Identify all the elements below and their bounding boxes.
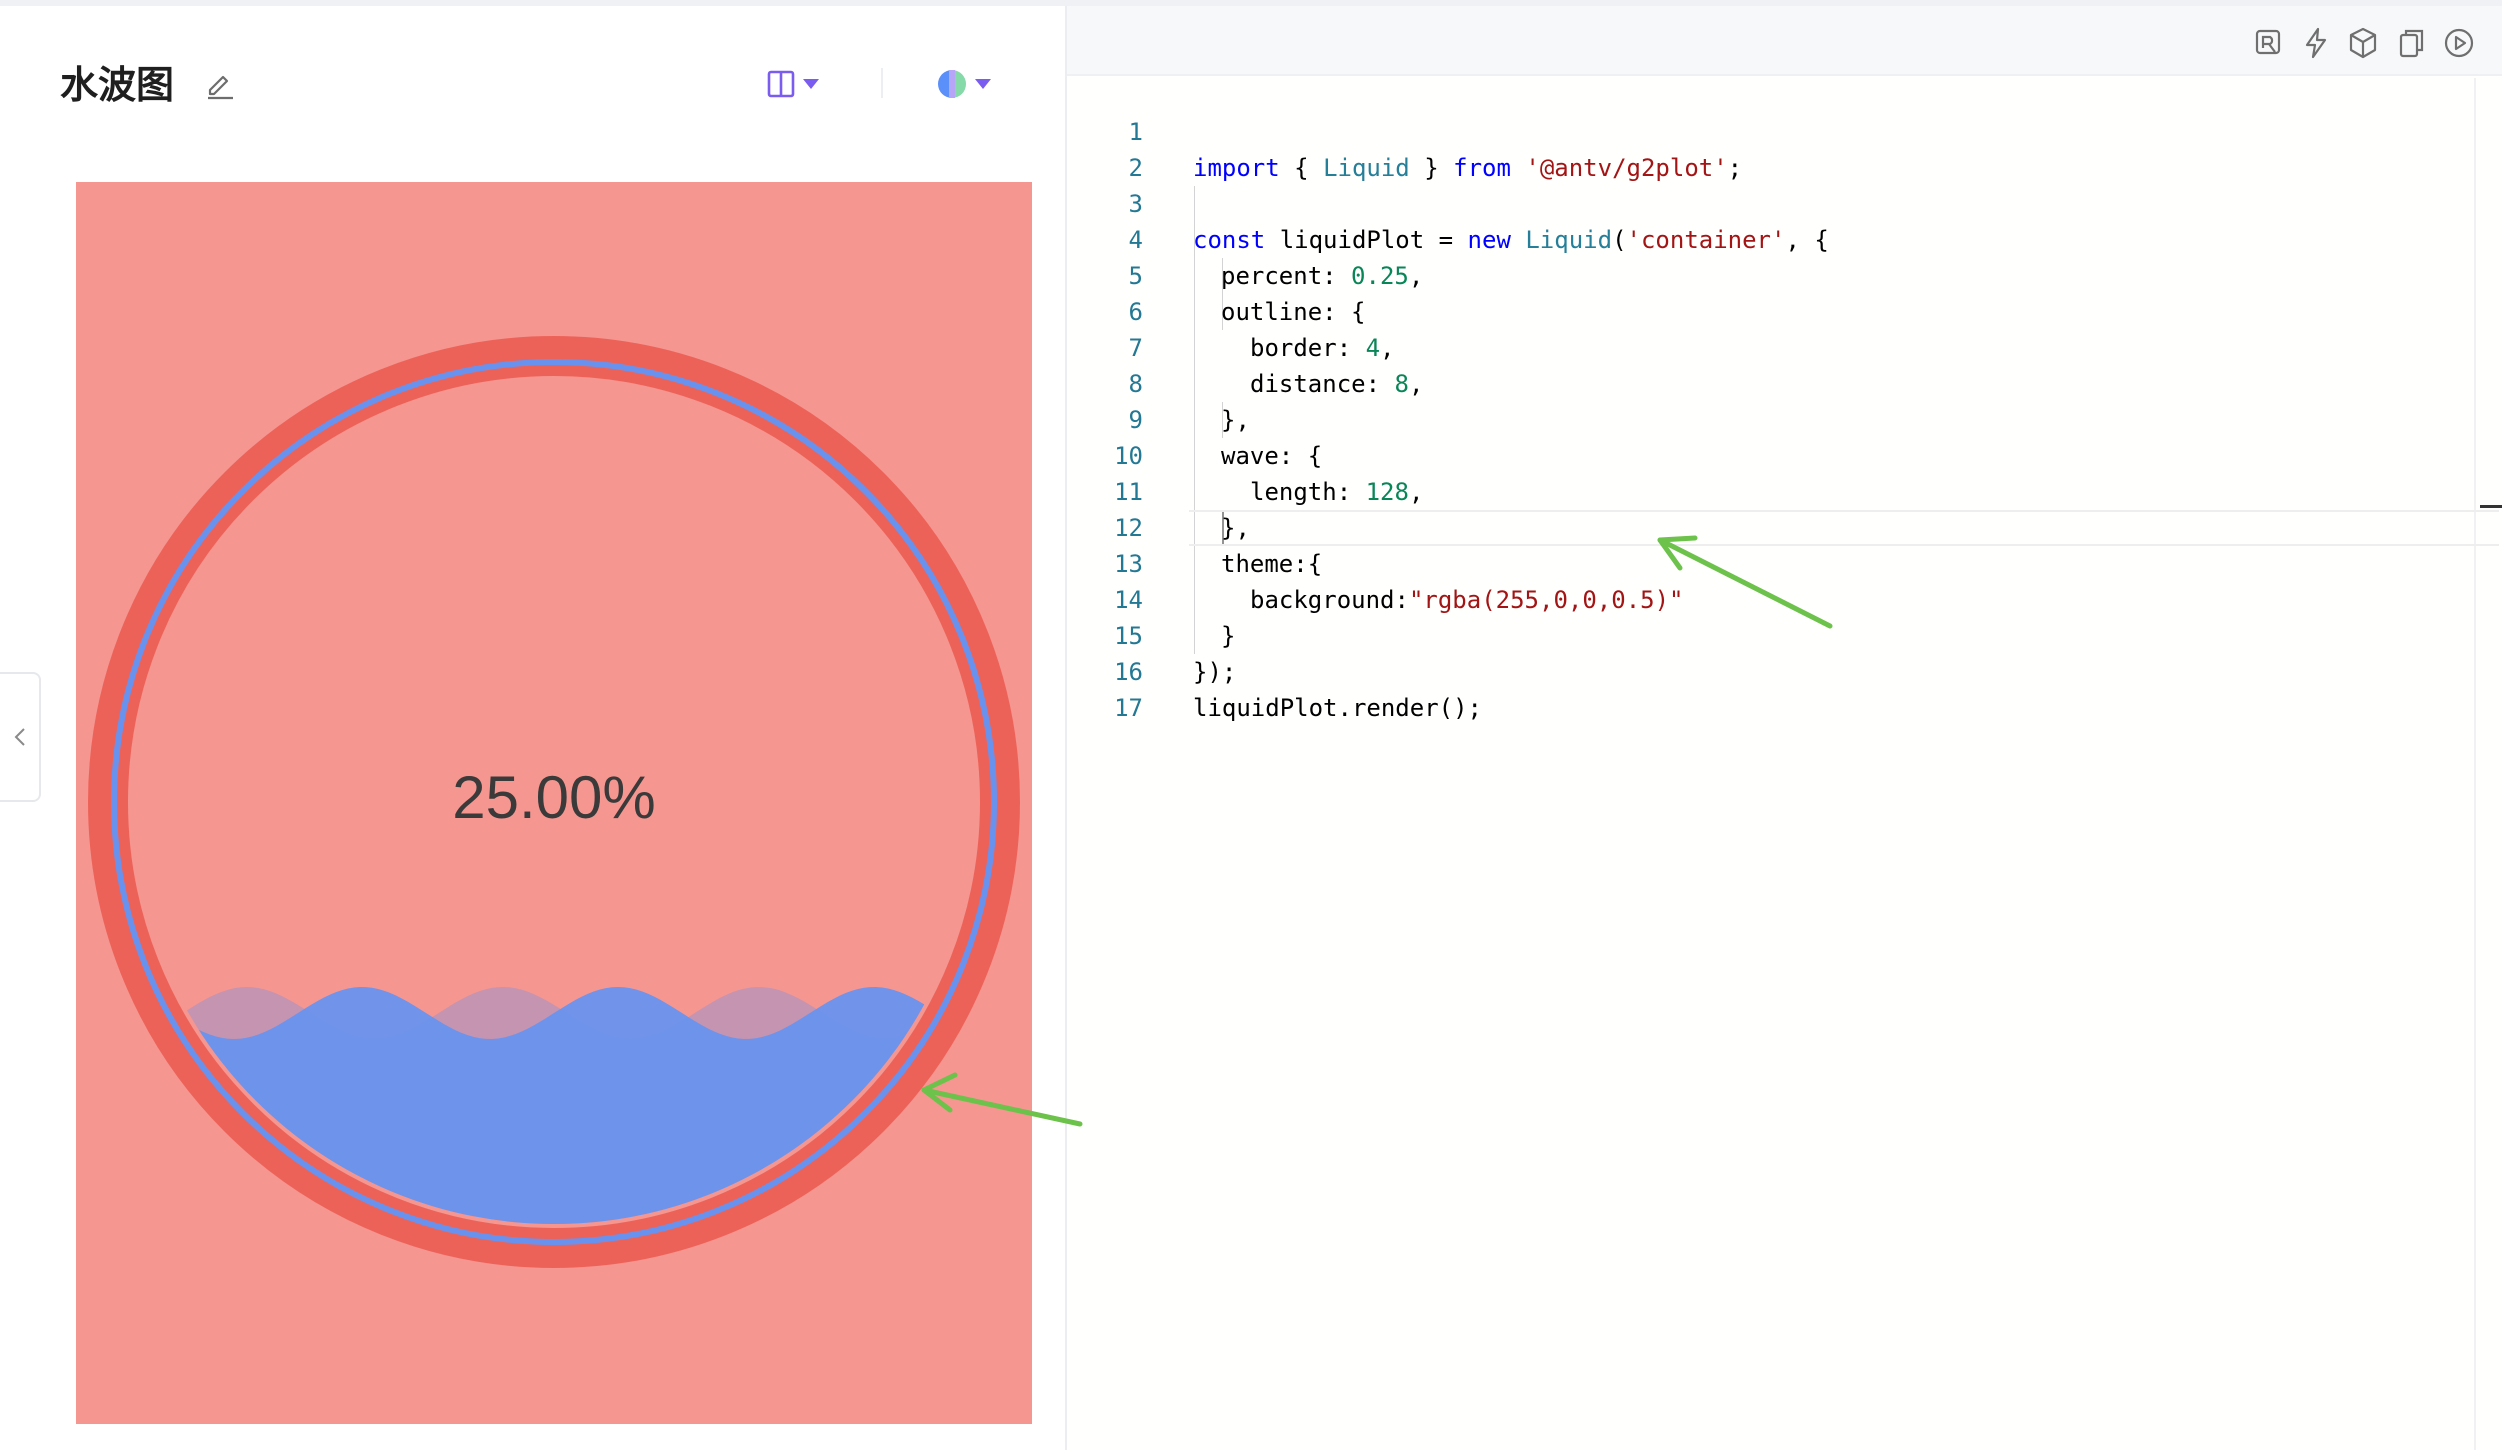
code-line: 5 outline: { — [1067, 222, 2487, 326]
toolbar-divider — [881, 68, 883, 98]
code-line-active: 13 background:"rgba(255,0,0,0.5)" — [1067, 510, 2487, 614]
caret-down-icon — [803, 79, 819, 89]
liquid-chart: 25.00% — [76, 182, 1032, 1424]
code-line: 6 border: 4, — [1067, 258, 2487, 362]
code-line: 14 } — [1067, 546, 2487, 650]
edit-pen-icon[interactable] — [204, 68, 236, 100]
theme-color-icon — [938, 70, 966, 98]
chevron-left-icon — [14, 728, 25, 746]
line-number: 17 — [1114, 694, 1143, 722]
liquid-percent-label: 25.00% — [452, 764, 656, 831]
code-line: 11 }, — [1067, 438, 2487, 542]
code-line: 10 length: 128, — [1067, 402, 2487, 506]
package-icon[interactable] — [2346, 26, 2380, 60]
editor-toolbar — [1067, 6, 2502, 76]
code-area[interactable]: 1 import { Liquid } from '@antv/g2plot';… — [1067, 78, 2502, 1450]
copy-icon[interactable] — [2394, 26, 2428, 60]
collapse-panel-button[interactable] — [0, 672, 41, 802]
code-line: 3 const liquidPlot = new Liquid('contain… — [1067, 150, 2487, 254]
codesandbox-icon[interactable] — [2252, 26, 2286, 60]
page-title: 水波图 — [60, 63, 175, 107]
caret-down-icon — [975, 79, 991, 89]
code-line: 2 — [1067, 114, 2487, 182]
split-layout-icon — [767, 70, 795, 98]
lightning-icon[interactable] — [2299, 26, 2333, 60]
theme-toggle-button[interactable] — [936, 64, 1004, 104]
code-line: 15 }); — [1067, 582, 2487, 686]
code-line: 1 import { Liquid } from '@antv/g2plot'; — [1067, 78, 2487, 182]
code-line: 12 theme:{ — [1067, 474, 2487, 578]
code-line: 4 percent: 0.25, — [1067, 186, 2487, 290]
play-icon[interactable] — [2442, 26, 2476, 60]
code-line: 8 }, — [1067, 330, 2487, 434]
code-line: 16 liquidPlot.render(); — [1067, 618, 2487, 722]
code-token: liquidPlot.render(); — [1193, 694, 1482, 722]
code-line: 17 — [1067, 654, 2487, 722]
code-line: 7 distance: 8, — [1067, 294, 2487, 398]
code-editor-panel: 1 import { Liquid } from '@antv/g2plot';… — [1065, 6, 2502, 1450]
preview-panel: 水波图 25.00% — [0, 6, 1065, 1450]
layout-toggle-button[interactable] — [766, 64, 834, 104]
code-line: 9 wave: { — [1067, 366, 2487, 470]
